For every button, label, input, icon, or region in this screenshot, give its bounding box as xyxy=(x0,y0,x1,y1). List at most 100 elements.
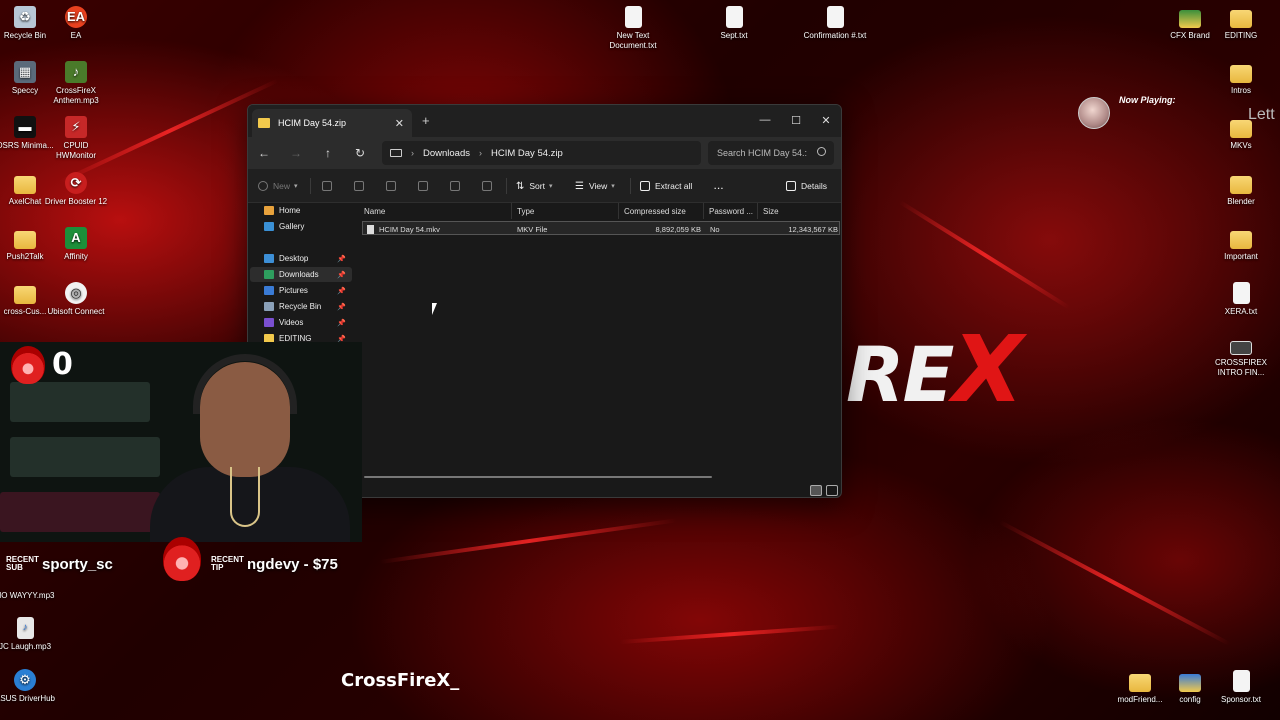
desktop-icon-sept[interactable]: Sept.txt xyxy=(702,6,766,41)
videos-icon xyxy=(264,318,274,327)
desktop-icon-confirmation[interactable]: Confirmation #.txt xyxy=(803,6,867,41)
chevron-down-icon: ▾ xyxy=(611,183,615,190)
background-shelf xyxy=(10,437,160,477)
address-bar[interactable]: › Downloads › HCIM Day 54.zip xyxy=(382,141,701,165)
desktop-icon-editing[interactable]: EDITING xyxy=(1209,6,1273,41)
delete-button[interactable] xyxy=(482,178,497,194)
cut-button[interactable] xyxy=(322,178,337,194)
close-tab-icon[interactable]: ✕ xyxy=(395,117,404,130)
flame-logo-icon xyxy=(163,537,201,581)
nav-item-recycle-bin[interactable]: Recycle Bin 📌 xyxy=(250,299,352,314)
navigation-bar: ← → ↑ ↻ › Downloads › HCIM Day 54.zip Se… xyxy=(248,137,841,169)
desktop-icon-asus-driverhub[interactable]: ⚙ ASUS DriverHub xyxy=(0,669,57,704)
search-input[interactable]: Search HCIM Day 54.: xyxy=(708,141,834,165)
chevron-down-icon: ▾ xyxy=(548,183,553,190)
nav-item-videos[interactable]: Videos 📌 xyxy=(250,315,352,330)
copy-button[interactable] xyxy=(354,178,369,194)
column-header-password[interactable]: Password ... xyxy=(705,203,758,219)
share-button[interactable] xyxy=(450,178,465,194)
nav-item-gallery[interactable]: Gallery xyxy=(250,219,352,234)
title-bar[interactable]: HCIM Day 54.zip ✕ + — ☐ ✕ xyxy=(248,105,841,137)
folder-icon xyxy=(1230,231,1252,249)
driver-booster-icon: ⟳ xyxy=(65,172,87,194)
rename-button[interactable] xyxy=(418,178,433,194)
scissors-icon xyxy=(322,181,332,191)
minimize-button[interactable]: — xyxy=(750,110,780,130)
copy-icon xyxy=(354,181,364,191)
desktop-icon-intros[interactable]: Intros xyxy=(1209,61,1273,96)
affinity-icon: A xyxy=(65,227,87,249)
view-button[interactable]: ☰ View ▾ xyxy=(575,178,615,194)
view-list-icon: ☰ xyxy=(575,180,584,192)
background-shelf xyxy=(0,492,160,532)
more-options-button[interactable]: ... xyxy=(714,178,724,194)
desktop-icon-new-text-document[interactable]: New Text Document.txt xyxy=(601,6,665,51)
desktop-icon-important[interactable]: Important xyxy=(1209,227,1273,262)
mouse-cursor xyxy=(432,303,437,315)
tab-title: HCIM Day 54.zip xyxy=(278,118,347,128)
breadcrumb-zip[interactable]: HCIM Day 54.zip xyxy=(491,148,563,159)
close-window-button[interactable]: ✕ xyxy=(811,110,841,130)
plus-icon xyxy=(258,181,268,191)
details-pane-button[interactable]: Details xyxy=(786,178,827,194)
column-header-compressed-size[interactable]: Compressed size xyxy=(620,203,704,219)
audio-file-icon: ♪ xyxy=(16,617,34,639)
ea-icon: EA xyxy=(65,6,87,28)
forward-arrow-icon[interactable]: → xyxy=(288,145,304,161)
toolbar-divider xyxy=(310,178,311,194)
recent-sub-tag: RECENT SUB xyxy=(6,555,39,572)
desktop-icon-xera[interactable]: XERA.txt xyxy=(1209,282,1273,317)
sort-button[interactable]: ⇅ Sort ▾ xyxy=(516,178,553,194)
desktop-icon-ubisoft[interactable]: ◎ Ubisoft Connect xyxy=(44,282,108,317)
chevron-right-icon: › xyxy=(479,148,482,158)
computer-icon xyxy=(390,149,402,157)
extract-all-button[interactable]: Extract all xyxy=(640,178,692,194)
home-icon xyxy=(264,206,274,215)
nav-item-home[interactable]: Home xyxy=(250,203,352,218)
new-tab-button[interactable]: + xyxy=(422,113,430,128)
new-button[interactable]: New ▾ xyxy=(258,178,298,194)
desktop-icon-hwmonitor[interactable]: ⚡ CPUID HWMonitor xyxy=(44,116,108,161)
up-arrow-icon[interactable]: ↑ xyxy=(320,145,336,161)
nav-item-pictures[interactable]: Pictures 📌 xyxy=(250,283,352,298)
toolbar-divider xyxy=(630,178,631,194)
trash-icon xyxy=(482,181,492,191)
nav-item-downloads[interactable]: Downloads 📌 xyxy=(250,267,352,282)
details-view-toggle[interactable] xyxy=(810,485,822,496)
paste-button[interactable] xyxy=(386,178,401,194)
desktop-icon-blender[interactable]: Blender xyxy=(1209,172,1273,207)
download-icon xyxy=(264,270,274,279)
horizontal-scrollbar[interactable] xyxy=(364,476,712,478)
tab-hcim-zip[interactable]: HCIM Day 54.zip ✕ xyxy=(252,109,412,137)
extract-icon xyxy=(640,181,650,191)
desktop-icon-sponsor[interactable]: Sponsor.txt xyxy=(1209,670,1273,705)
refresh-icon[interactable]: ↻ xyxy=(352,145,368,161)
text-file-icon xyxy=(1232,282,1250,304)
desktop-icon-driver-booster[interactable]: ⟳ Driver Booster 12 xyxy=(44,172,108,207)
video-file-icon xyxy=(367,224,374,234)
desktop-icon-jc-laugh[interactable]: ♪ JC Laugh.mp3 xyxy=(0,617,57,652)
gallery-icon xyxy=(264,222,274,231)
desktop-icon-ea[interactable]: EA EA xyxy=(44,6,108,41)
headset xyxy=(193,354,297,414)
column-header-name[interactable]: Name xyxy=(360,203,512,219)
recycle-bin-icon xyxy=(264,302,274,311)
pin-icon: 📌 xyxy=(337,319,346,327)
recent-tip-alert: RECENT TIP ngdevy - $75 xyxy=(211,548,338,580)
nav-item-desktop[interactable]: Desktop 📌 xyxy=(250,251,352,266)
back-arrow-icon[interactable]: ← xyxy=(256,145,272,161)
desktop-icon-affinity[interactable]: A Affinity xyxy=(44,227,108,262)
desktop-icon-crossfirex-anthem[interactable]: ♪ CrossFireX Anthem.mp3 xyxy=(44,61,108,106)
column-header-type[interactable]: Type xyxy=(513,203,619,219)
file-row[interactable]: HCIM Day 54.mkv MKV File 8,892,059 KB No… xyxy=(362,221,840,235)
desktop-icon-crossfirex-intro[interactable]: CROSSFIREX INTRO FIN... xyxy=(1209,341,1273,378)
breadcrumb-downloads[interactable]: Downloads xyxy=(423,148,470,159)
now-playing-track: Lett xyxy=(1248,106,1275,123)
pin-icon: 📌 xyxy=(337,287,346,295)
maximize-button[interactable]: ☐ xyxy=(781,110,811,130)
column-header-size[interactable]: Size xyxy=(759,203,841,219)
file-size-cell: 12,343,567 KB xyxy=(788,224,838,234)
pin-icon: 📌 xyxy=(337,303,346,311)
tiles-view-toggle[interactable] xyxy=(826,485,838,496)
recent-sub-alert: RECENT SUB sporty_sc xyxy=(6,548,113,580)
